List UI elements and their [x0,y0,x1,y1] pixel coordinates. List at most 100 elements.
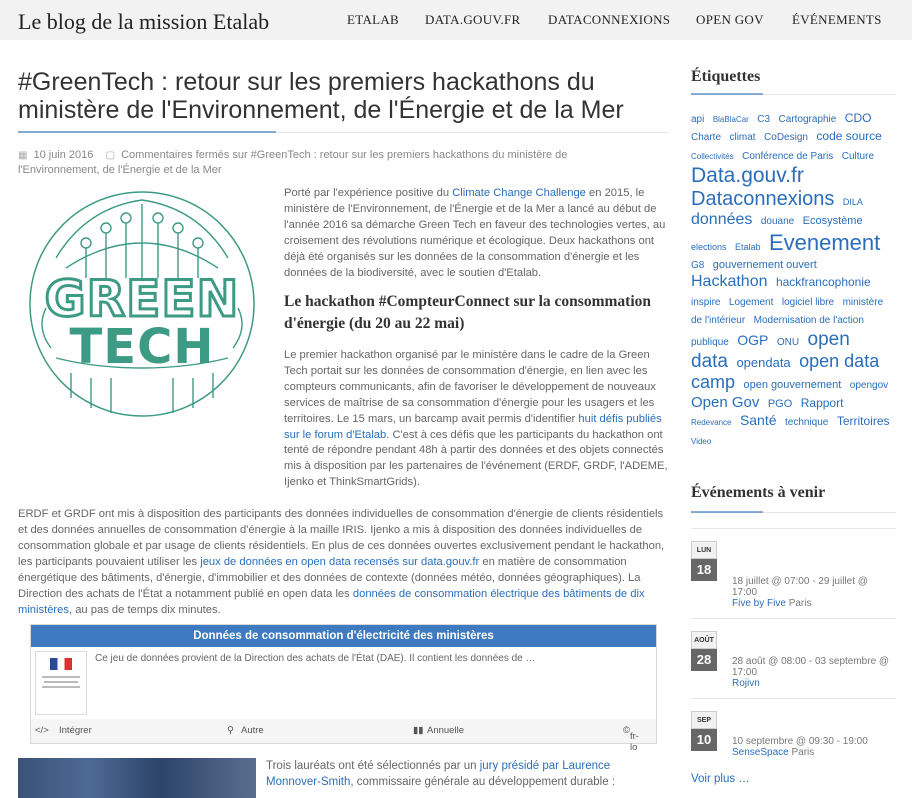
republique-francaise-logo [35,651,87,715]
dataset-card-description: Ce jeu de données provient de la Directi… [95,653,536,664]
paragraph-intro: Porté par l'expérience positive du Clima… [284,187,666,279]
tag-cloud: api BlaBlaCar C3 Cartographie CDO Charte… [691,109,896,449]
site-title[interactable]: Le blog de la mission Etalab [18,9,269,35]
tag-link[interactable]: ministère [843,297,884,308]
events-title: Événements à venir [691,484,826,501]
tag-link[interactable]: inspire [691,297,720,308]
tag-link[interactable]: api [691,114,704,125]
post-meta: ▦ 10 juin 2016 ▢ Commentaires fermés sur #… [18,148,648,178]
body-text: Le premier hackathon organisé par le min… [18,348,668,619]
tag-link[interactable]: Territoires [837,414,890,428]
tag-link[interactable]: G8 [691,260,704,271]
laureates-text: Trois lauréats ont été sélectionnés par … [266,760,616,788]
tag-link[interactable]: technique [785,417,828,428]
title-accent [18,131,276,133]
tag-link[interactable]: BlaBlaCar [713,115,749,124]
dataset-card-footer: </> Intégrer ⚲ Autre ▮▮ Annuelle © fr-lo [31,719,656,753]
events-divider [691,511,896,513]
event-date-badge: AOÛT 28 [691,631,717,671]
event-time: 18 juillet @ 07:00 - 29 juillet @ 17:00 … [732,576,868,609]
sidebar: Étiquettes api BlaBlaCar C3 Cartographie… [691,68,896,785]
nav-datagouv[interactable]: DATA.GOUV.FR [425,12,521,28]
tags-divider [691,93,896,95]
embed-icon[interactable]: </> [35,725,49,736]
tag-link[interactable]: PGO [768,398,792,410]
location-icon: ⚲ [227,725,234,736]
tag-link[interactable]: gouvernement ouvert [713,259,817,271]
tag-link[interactable]: ONU [777,337,799,348]
paragraph-data: ERDF et GRDF ont mis à disposition des p… [18,508,665,616]
event-item[interactable]: LUN 18 18 juillet @ 07:00 - 29 juillet @… [691,528,896,619]
tag-link[interactable]: Redevance [691,418,731,427]
dataset-card-title[interactable]: Données de consommation d'électricité de… [31,625,656,647]
nav-evenements[interactable]: ÉVÉNEMENTS [792,12,882,28]
tag-link[interactable]: climat [729,132,755,143]
tag-link[interactable]: Open Gov [691,394,759,411]
frequency-icon: ▮▮ [413,725,424,736]
nav-open-gov[interactable]: OPEN GOV [696,12,764,28]
top-bar: Le blog de la mission Etalab ETALAB DATA… [0,0,912,40]
event-time: 10 septembre @ 09:30 - 19:00 SenseSpace … [732,736,868,758]
tag-link[interactable]: Conférence de Paris [742,151,833,162]
frequency-label: Annuelle [427,725,464,736]
calendar-icon: ▦ [18,150,28,161]
tag-link[interactable]: logiciel libre [782,297,834,308]
tag-link[interactable]: douane [761,216,794,227]
tag-link[interactable]: CoDesign [764,132,808,143]
tag-link[interactable]: Logement [729,297,773,308]
tag-link[interactable]: Santé [740,412,777,428]
link-datagouv-datasets[interactable]: jeux de données en open data recensés su… [200,556,479,568]
tag-link[interactable]: OGP [737,332,768,348]
post-comments: Commentaires fermés sur #GreenTech : ret… [18,149,568,176]
tag-link[interactable]: Ecosystème [803,215,863,227]
tag-link[interactable]: de l'intérieur [691,315,745,326]
event-name[interactable]: Five by Five [732,598,786,609]
link-climate-challenge[interactable]: Climate Change Challenge [452,187,586,199]
tag-link[interactable]: Rapport [801,396,844,410]
event-name[interactable]: SenseSpace [732,747,789,758]
paragraph-hackathon: Le premier hackathon organisé par le min… [284,349,668,489]
post-title[interactable]: #GreenTech : retour sur les premiers hac… [18,68,668,124]
place-label: Autre [241,725,264,736]
dataset-card[interactable]: Données de consommation d'électricité de… [30,624,657,753]
event-item[interactable]: AOÛT 28 28 août @ 08:00 - 03 septembre @… [691,618,896,709]
post-date: 10 juin 2016 [33,149,94,161]
license-label: © fr-lo [623,725,639,753]
tag-link[interactable]: opengov [850,380,888,391]
tag-link[interactable]: publique [691,337,729,348]
event-time: 28 août @ 08:00 - 03 septembre @ 17:00 R… [732,656,890,689]
tag-link[interactable]: CDO [845,111,872,125]
tag-link[interactable]: elections [691,242,727,252]
embed-label[interactable]: Intégrer [59,725,92,736]
tag-link[interactable]: Collectivités [691,152,734,161]
tag-link[interactable]: DILA [843,197,863,207]
comment-icon: ▢ [105,150,116,161]
tag-link[interactable]: Video [691,437,711,446]
nav-etalab[interactable]: ETALAB [347,12,399,28]
nav-dataconnexions[interactable]: DATACONNEXIONS [548,12,670,28]
tag-link[interactable]: Data.gouv.fr [691,164,804,187]
intro-column: Porté par l'expérience positive du Clima… [284,186,668,335]
tag-link[interactable]: Cartographie [779,114,837,125]
article: #GreenTech : retour sur les premiers hac… [18,68,668,798]
tag-link[interactable]: Hackathon [691,273,768,290]
tag-link[interactable]: Dataconnexions [691,188,834,210]
tags-title: Étiquettes [691,68,761,85]
event-item[interactable]: SEP 10 10 septembre @ 09:30 - 19:00 Sens… [691,698,896,759]
tag-link[interactable]: open gouvernement [743,379,841,391]
tag-link[interactable]: Modernisation de l'action [754,315,864,326]
tag-link[interactable]: données [691,211,752,228]
tag-link[interactable]: Culture [842,151,874,162]
section-heading: Le hackathon #CompteurConnect sur la con… [284,293,651,333]
event-date-badge: LUN 18 [691,541,717,581]
tag-link[interactable]: code source [816,129,881,143]
laureates-photo [18,758,256,798]
tag-link[interactable]: Evenement [769,230,880,255]
more-events-link[interactable]: Voir plus … [691,773,750,785]
tag-link[interactable]: Charte [691,132,721,143]
tag-link[interactable]: opendata [736,355,790,370]
tag-link[interactable]: hackfrancophonie [776,275,871,290]
tag-link[interactable]: Etalab [735,242,761,252]
tag-link[interactable]: C3 [757,114,770,125]
event-name[interactable]: Rojivn [732,678,760,689]
